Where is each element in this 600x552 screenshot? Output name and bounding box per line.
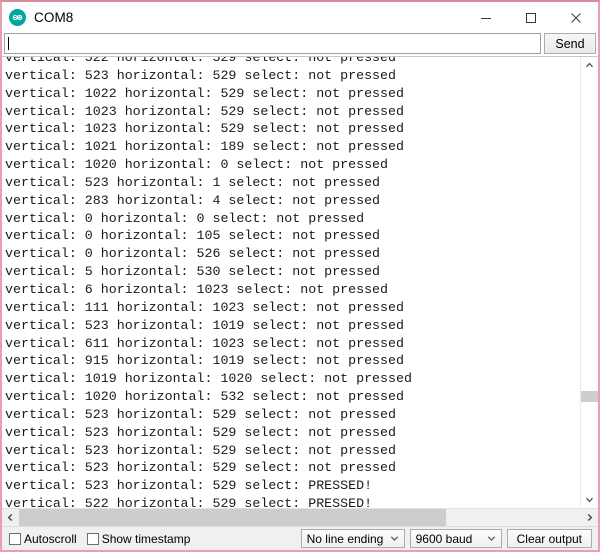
window-title: COM8: [34, 10, 74, 25]
console-output[interactable]: vertical: 522 horizontal: 529 select: no…: [2, 57, 580, 508]
chevron-down-icon[interactable]: [581, 491, 598, 508]
console-line: vertical: 1021 horizontal: 189 select: n…: [5, 139, 404, 155]
console-line: vertical: 915 horizontal: 1019 select: n…: [5, 353, 404, 369]
clear-output-button[interactable]: Clear output: [506, 529, 592, 548]
console-line: vertical: 522 horizontal: 529 select: PR…: [5, 496, 373, 508]
chevron-up-icon[interactable]: [581, 57, 598, 74]
autoscroll-checkbox-box[interactable]: [9, 532, 21, 545]
console-line: vertical: 111 horizontal: 1023 select: n…: [5, 299, 404, 315]
chevron-down-icon[interactable]: [386, 535, 404, 542]
console-line: vertical: 1023 horizontal: 529 select: n…: [5, 103, 404, 119]
autoscroll-label: Autoscroll: [24, 531, 77, 546]
console-line: vertical: 523 horizontal: 1 select: not …: [5, 174, 381, 190]
console-lines: vertical: 522 horizontal: 529 select: no…: [5, 57, 412, 508]
console-line: vertical: 1019 horizontal: 1020 select: …: [5, 371, 412, 387]
console-line: vertical: 1023 horizontal: 529 select: n…: [5, 121, 404, 137]
chevron-left-icon[interactable]: [2, 509, 19, 526]
show-timestamp-checkbox-box[interactable]: [86, 532, 99, 545]
horizontal-scroll-thumb[interactable]: [19, 509, 447, 526]
show-timestamp-checkbox[interactable]: Show timestamp: [86, 531, 191, 546]
autoscroll-checkbox[interactable]: Autoscroll: [9, 532, 77, 546]
send-row: Send: [2, 33, 598, 56]
console-line: vertical: 0 horizontal: 105 select: not …: [5, 228, 381, 244]
console-line: vertical: 523 horizontal: 529 select: no…: [5, 460, 396, 476]
send-input[interactable]: [4, 33, 541, 54]
console-line: vertical: 523 horizontal: 529 select: PR…: [5, 478, 373, 494]
console-line: vertical: 522 horizontal: 529 select: no…: [5, 57, 396, 65]
horizontal-scroll-track[interactable]: [19, 509, 581, 526]
console-line: vertical: 5 horizontal: 530 select: not …: [5, 264, 381, 280]
baud-rate-dropdown[interactable]: 9600 baud: [409, 529, 502, 548]
maximize-button[interactable]: [508, 2, 553, 33]
title-bar: COM8: [2, 2, 598, 33]
send-button[interactable]: Send: [544, 33, 596, 54]
status-bar: Autoscroll Show timestamp No line ending…: [2, 526, 598, 550]
console-line: vertical: 1020 horizontal: 0 select: not…: [5, 157, 389, 173]
minimize-button[interactable]: [463, 2, 508, 33]
vertical-scroll-track[interactable]: [581, 74, 598, 491]
console-line: vertical: 523 horizontal: 529 select: no…: [5, 67, 396, 83]
vertical-scrollbar[interactable]: [580, 57, 598, 508]
console-line: vertical: 283 horizontal: 4 select: not …: [5, 192, 381, 208]
console-line: vertical: 523 horizontal: 1019 select: n…: [5, 317, 404, 333]
show-timestamp-label: Show timestamp: [101, 531, 191, 546]
horizontal-scrollbar[interactable]: [2, 508, 598, 526]
line-ending-value: No line ending: [306, 531, 384, 546]
console-line: vertical: 6 horizontal: 1023 select: not…: [5, 281, 389, 297]
window-controls: [463, 2, 598, 33]
chevron-down-icon[interactable]: [483, 535, 501, 542]
vertical-scroll-thumb[interactable]: [581, 390, 598, 402]
close-button[interactable]: [553, 2, 598, 33]
baud-rate-value: 9600 baud: [415, 531, 473, 546]
console-line: vertical: 0 horizontal: 0 select: not pr…: [5, 210, 365, 226]
arduino-logo-icon: [9, 9, 26, 26]
console-line: vertical: 611 horizontal: 1023 select: n…: [5, 335, 404, 351]
console-line: vertical: 0 horizontal: 526 select: not …: [5, 246, 381, 262]
console-line: vertical: 1020 horizontal: 532 select: n…: [5, 389, 404, 405]
console-line: vertical: 523 horizontal: 529 select: no…: [5, 424, 396, 440]
console-line: vertical: 523 horizontal: 529 select: no…: [5, 406, 396, 422]
line-ending-dropdown[interactable]: No line ending: [300, 529, 405, 548]
chevron-right-icon[interactable]: [581, 509, 598, 526]
console-line: vertical: 1022 horizontal: 529 select: n…: [5, 85, 404, 101]
console-line: vertical: 523 horizontal: 529 select: no…: [5, 442, 396, 458]
text-caret: [8, 37, 9, 50]
console-area: vertical: 522 horizontal: 529 select: no…: [2, 56, 598, 508]
serial-monitor-window: COM8 Send vertical: 522 horizontal: 529 …: [0, 0, 600, 552]
